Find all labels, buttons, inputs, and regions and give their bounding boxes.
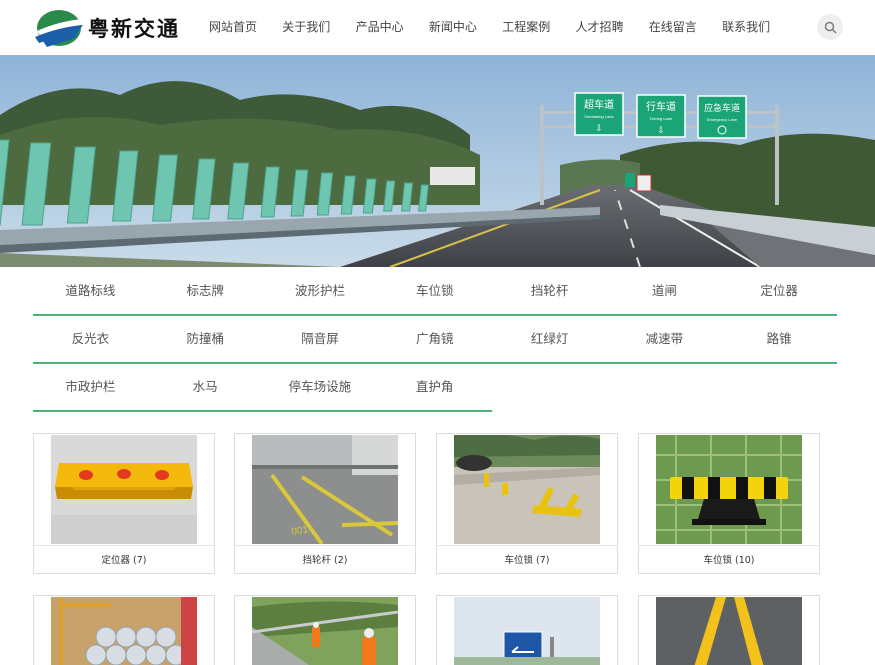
product-image — [51, 435, 197, 544]
product-image — [454, 435, 600, 544]
product-caption: 车位锁 (10) — [639, 545, 819, 574]
category-row: 市政护栏 水马 停车场设施 直护角 — [33, 364, 492, 412]
category-sound-barrier[interactable]: 隔音屏 — [263, 316, 378, 362]
logo[interactable]: 粤新交通 — [33, 7, 180, 49]
category-traffic-light[interactable]: 红绿灯 — [492, 316, 607, 362]
main-nav: 网站首页 关于我们 产品中心 新闻中心 工程案例 人才招聘 在线留言 联系我们 — [195, 0, 781, 55]
category-row: 反光衣 防撞桶 隔音屏 广角镜 红绿灯 减速带 路锥 — [33, 316, 837, 364]
nav-message[interactable]: 在线留言 — [635, 0, 708, 55]
product-card[interactable]: 定位器 (7) — [33, 433, 215, 574]
category-speed-bump[interactable]: 减速带 — [607, 316, 722, 362]
svg-text:应急车道: 应急车道 — [704, 102, 740, 113]
product-image — [656, 435, 802, 544]
product-card[interactable]: 车位锁 (7) — [436, 433, 618, 574]
search-icon — [824, 21, 836, 33]
product-image: 001 — [252, 435, 398, 544]
nav-about[interactable]: 关于我们 — [268, 0, 341, 55]
svg-text:Overtaking Lane: Overtaking Lane — [584, 114, 614, 119]
svg-text:超车道: 超车道 — [584, 98, 614, 111]
category-municipal-guardrail[interactable]: 市政护栏 — [33, 364, 148, 410]
product-caption: 挡轮杆 (2) — [235, 545, 415, 574]
category-wide-angle-mirror[interactable]: 广角镜 — [377, 316, 492, 362]
svg-text:⇩: ⇩ — [595, 124, 603, 134]
nav-home[interactable]: 网站首页 — [195, 0, 268, 55]
category-row: 道路标线 标志牌 波形护栏 车位锁 挡轮杆 道闸 定位器 — [33, 268, 837, 316]
category-locator[interactable]: 定位器 — [722, 268, 837, 314]
search-button[interactable] — [817, 14, 843, 40]
gantry-sign-overtaking: 超车道 Overtaking Lane ⇩ — [574, 92, 624, 136]
svg-text:Emergency Lane: Emergency Lane — [707, 117, 738, 122]
category-barrier-gate[interactable]: 道闸 — [607, 268, 722, 314]
nav-cases[interactable]: 工程案例 — [488, 0, 561, 55]
category-wheel-stopper[interactable]: 挡轮杆 — [492, 268, 607, 314]
nav-products[interactable]: 产品中心 — [342, 0, 415, 55]
category-sign-board[interactable]: 标志牌 — [148, 268, 263, 314]
gantry-sign-driving: 行车道 Driving Lane ⇩ — [636, 94, 686, 138]
category-water-barrier[interactable]: 水马 — [148, 364, 263, 410]
product-card[interactable]: 车位锁 (10) — [638, 433, 820, 574]
category-crash-barrel[interactable]: 防撞桶 — [148, 316, 263, 362]
category-nav: 道路标线 标志牌 波形护栏 车位锁 挡轮杆 道闸 定位器 反光衣 防撞桶 隔音屏… — [33, 268, 837, 412]
hero-banner: 超车道 Overtaking Lane ⇩ 行车道 Driving Lane ⇩… — [0, 55, 875, 267]
svg-text:行车道: 行车道 — [646, 100, 676, 113]
site-header: 粤新交通 网站首页 关于我们 产品中心 新闻中心 工程案例 人才招聘 在线留言 … — [0, 0, 875, 55]
category-wave-guardrail[interactable]: 波形护栏 — [263, 268, 378, 314]
nav-contact[interactable]: 联系我们 — [708, 0, 781, 55]
svg-text:⇩: ⇩ — [657, 126, 665, 136]
category-parking-facilities[interactable]: 停车场设施 — [263, 364, 378, 410]
highway-banner-image: 超车道 Overtaking Lane ⇩ 行车道 Driving Lane ⇩… — [0, 55, 875, 267]
product-card[interactable]: 001 挡轮杆 (2) — [234, 433, 416, 574]
product-caption: 车位锁 (7) — [437, 545, 617, 574]
category-road-marking[interactable]: 道路标线 — [33, 268, 148, 314]
category-corner-guard[interactable]: 直护角 — [377, 364, 492, 410]
category-parking-lock[interactable]: 车位锁 — [377, 268, 492, 314]
logo-icon — [35, 10, 83, 47]
brand-name: 粤新交通 — [88, 16, 180, 41]
gantry-sign-emergency: 应急车道 Emergency Lane — [697, 95, 747, 139]
nav-news[interactable]: 新闻中心 — [415, 0, 488, 55]
nav-jobs[interactable]: 人才招聘 — [561, 0, 634, 55]
category-traffic-cone[interactable]: 路锥 — [722, 316, 837, 362]
product-caption: 定位器 (7) — [34, 545, 214, 574]
category-reflective-vest[interactable]: 反光衣 — [33, 316, 148, 362]
svg-text:Driving Lane: Driving Lane — [650, 116, 673, 121]
